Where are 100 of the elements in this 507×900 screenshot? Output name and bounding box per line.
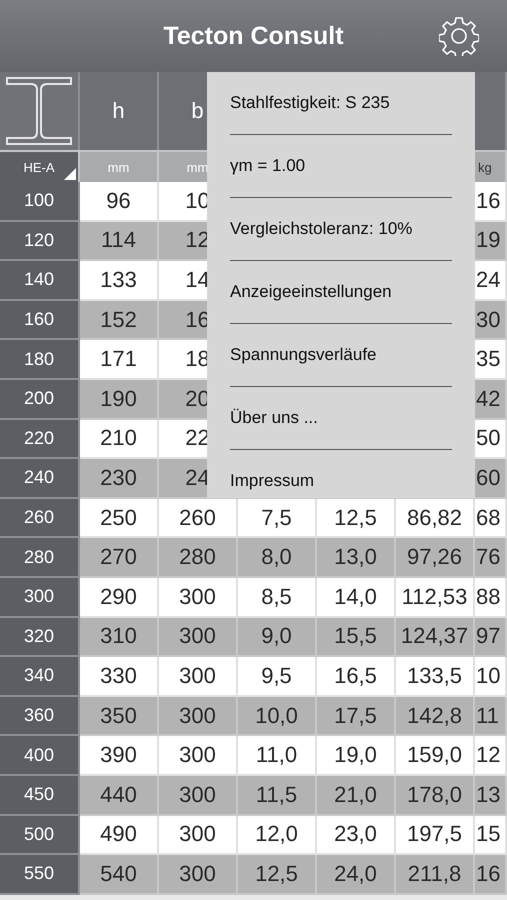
table-cell: 210 [80, 420, 159, 460]
table-cell: 21,0 [334, 782, 377, 808]
table-cell: 15,5 [334, 623, 377, 650]
profile-size[interactable]: 320 [0, 618, 80, 658]
table-cell: 10 [475, 657, 507, 697]
table-cell: 300 [159, 578, 238, 618]
table-cell: 133,5 [406, 662, 462, 689]
table-cell: 300 [159, 736, 238, 776]
table-cell: 300 [159, 816, 238, 856]
table-cell: 23,0 [334, 821, 377, 848]
table-cell: 35 [475, 340, 507, 380]
table-cell: 280 [159, 538, 238, 578]
table-cell: 250 [80, 498, 159, 538]
settings-icon[interactable] [439, 16, 479, 56]
table-cell: 42 [475, 380, 507, 420]
table-cell: 14,0 [334, 584, 377, 610]
table-cell: 88 [475, 578, 507, 618]
unit-label: mm [80, 150, 159, 182]
table-cell: 142,8 [406, 702, 462, 729]
table-cell: 310 [80, 618, 159, 658]
profile-size[interactable]: 140 [0, 261, 80, 301]
table-cell: 390 [80, 736, 159, 776]
profile-type-selector[interactable]: HE-A [0, 150, 80, 182]
table-cell: 13,0 [334, 544, 377, 570]
profile-size[interactable]: 500 [0, 816, 80, 856]
table-cell: 159,0 [406, 742, 462, 768]
table-cell: 16,5 [334, 662, 377, 689]
table-cell: 19 [475, 222, 507, 262]
table-cell: 16 [475, 855, 507, 895]
table-cell: 350 [80, 696, 159, 736]
table-cell: 440 [80, 776, 159, 816]
table-cell: 50 [475, 420, 507, 460]
table-cell: 11,0 [256, 742, 298, 768]
profile-size[interactable]: 360 [0, 696, 80, 736]
table-cell: 12,5 [255, 860, 298, 887]
table-cell: 11 [475, 696, 507, 736]
table-cell: 68 [475, 498, 507, 538]
table-cell: 9,5 [261, 662, 292, 689]
table-cell: 7,5 [261, 504, 292, 531]
table-cell: 171 [80, 340, 159, 380]
table-cell: 8,0 [261, 544, 292, 570]
table-cell: 17,5 [334, 702, 377, 729]
table-cell: 112,53 [402, 584, 468, 610]
table-cell: 300 [159, 696, 238, 736]
table-cell: 13 [475, 776, 507, 816]
table-cell: 300 [159, 657, 238, 697]
profile-size[interactable]: 160 [0, 300, 80, 340]
table-cell: 10,0 [255, 702, 298, 729]
table-cell: 60 [475, 459, 507, 499]
table-cell: 96 [80, 182, 159, 222]
profile-size[interactable]: 340 [0, 657, 80, 697]
table-cell: 11,5 [256, 782, 298, 808]
table-cell: 270 [80, 538, 159, 578]
profile-size[interactable]: 300 [0, 578, 80, 618]
table-cell: 290 [80, 578, 159, 618]
profile-size[interactable]: 220 [0, 420, 80, 460]
table-cell: 9,0 [261, 623, 292, 650]
table-cell: 30 [475, 300, 507, 340]
table-cell: 152 [80, 300, 159, 340]
table-cell: 178,0 [406, 782, 462, 808]
table-cell: 24,0 [334, 860, 377, 887]
table-cell: 76 [475, 538, 507, 578]
table-cell: 114 [80, 222, 159, 262]
profile-size[interactable]: 450 [0, 776, 80, 816]
table-cell: 12 [475, 736, 507, 776]
table-cell: 300 [159, 776, 238, 816]
table-cell: 540 [80, 855, 159, 895]
table-cell: 330 [80, 657, 159, 697]
unit-label: kg [475, 150, 507, 182]
table-cell: 97,26 [406, 544, 462, 570]
table-cell: 97 [475, 618, 507, 658]
table-cell: 86,82 [406, 504, 462, 531]
profile-size[interactable]: 200 [0, 380, 80, 420]
profile-size[interactable]: 400 [0, 736, 80, 776]
table-cell: 24 [475, 261, 507, 301]
profile-size[interactable]: 550 [0, 855, 80, 895]
profile-size[interactable]: 280 [0, 538, 80, 578]
table-cell: 16 [475, 182, 507, 222]
table-cell: 190 [80, 380, 159, 420]
table-cell: 8,5 [261, 584, 292, 610]
table-cell: 15 [475, 816, 507, 856]
table-cell: 300 [159, 618, 238, 658]
table-cell: 230 [80, 459, 159, 499]
profile-size[interactable]: 240 [0, 459, 80, 499]
table-cell: 197,5 [406, 821, 462, 848]
table-cell: 12,5 [334, 504, 377, 531]
table-cell: 12,0 [255, 821, 298, 848]
profile-size[interactable]: 180 [0, 340, 80, 380]
table-cell: 260 [159, 498, 238, 538]
table-cell: 300 [159, 855, 238, 895]
profile-size[interactable]: 120 [0, 222, 80, 262]
table-cell: 211,8 [408, 860, 462, 887]
profile-size[interactable]: 100 [0, 182, 80, 222]
table-cell: 19,0 [334, 742, 377, 768]
app-title: Tecton Consult [163, 22, 344, 50]
table-cell: 490 [80, 816, 159, 856]
table-cell: 133 [80, 261, 159, 301]
table-cell: 124,37 [400, 623, 468, 650]
column-header: h [80, 72, 159, 150]
profile-size[interactable]: 260 [0, 498, 80, 538]
